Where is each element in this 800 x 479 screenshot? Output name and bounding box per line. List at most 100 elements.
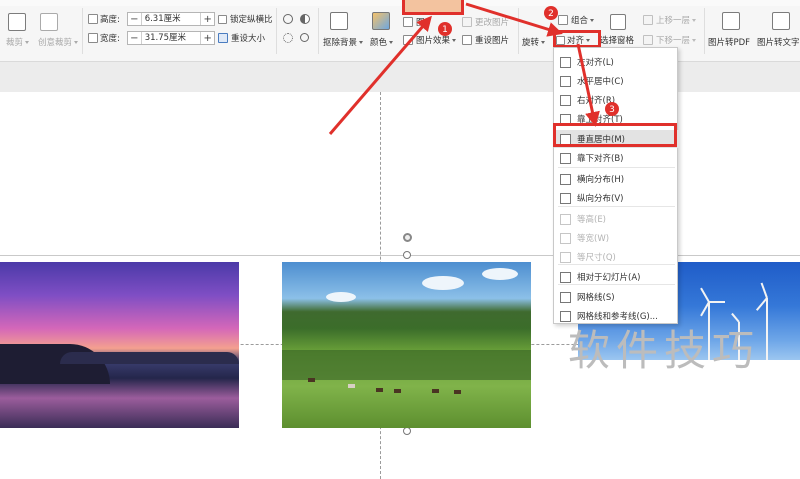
reset-picture-button[interactable]: 重设图片 bbox=[462, 34, 509, 46]
lock-ratio-checkbox[interactable]: 锁定纵横比 bbox=[218, 13, 273, 25]
meadow-photo[interactable] bbox=[282, 262, 531, 428]
turbine-blade bbox=[709, 301, 725, 303]
creative-crop-label-button[interactable]: 创意裁剪 bbox=[38, 36, 79, 48]
align-option-icon bbox=[560, 95, 571, 106]
photo-cow bbox=[454, 390, 461, 394]
menu-divider bbox=[558, 264, 675, 265]
selection-pane-label-button[interactable]: 选择窗格 bbox=[600, 34, 634, 46]
ribbon-separator bbox=[704, 8, 705, 54]
align-dropdown-menu: 左对齐(L) 水平居中(C) 右对齐(R) 靠上对齐(T) 垂直居中(M) 靠下对齐(B)… bbox=[553, 47, 679, 325]
picture-effects-button[interactable]: 图片效果 bbox=[403, 34, 457, 46]
contrast-up-button[interactable] bbox=[283, 14, 293, 24]
color-palette-icon bbox=[372, 12, 390, 30]
crop-label: 裁剪 bbox=[6, 38, 24, 48]
resize-handle-bottom[interactable] bbox=[403, 427, 411, 435]
width-icon bbox=[88, 33, 98, 43]
group-button[interactable]: 组合 bbox=[558, 14, 595, 26]
creative-crop-button[interactable] bbox=[40, 13, 58, 31]
align-option-icon bbox=[560, 233, 571, 244]
align-menu-item[interactable]: 靠下对齐(B) bbox=[554, 149, 679, 167]
align-option-icon bbox=[560, 292, 571, 303]
rotate-label: 旋转 bbox=[522, 38, 540, 48]
rotate-handle[interactable] bbox=[403, 233, 412, 242]
lock-ratio-label: 锁定纵横比 bbox=[230, 15, 273, 25]
photo-hill-shape bbox=[60, 352, 239, 364]
brightness-up-button[interactable] bbox=[283, 33, 293, 43]
watermark-text: 软件技巧 bbox=[568, 326, 761, 375]
contrast-down-button[interactable] bbox=[300, 14, 310, 24]
creative-crop-label: 创意裁剪 bbox=[38, 38, 73, 48]
pic-to-text-button[interactable] bbox=[772, 12, 790, 30]
photo-cloud bbox=[422, 276, 464, 290]
align-menu-item[interactable]: 左对齐(L) bbox=[554, 53, 679, 71]
remove-background-label: 抠除背景 bbox=[323, 38, 358, 48]
width-input[interactable]: 31.75厘米 bbox=[140, 32, 202, 44]
increase-width-button[interactable]: + bbox=[201, 32, 214, 44]
align-option-icon bbox=[560, 153, 571, 164]
remove-background-button[interactable] bbox=[330, 12, 348, 30]
increase-height-button[interactable]: + bbox=[201, 13, 214, 25]
align-menu-item[interactable]: 网格线和参考线(G)... bbox=[554, 307, 679, 325]
height-label: 高度: bbox=[100, 15, 120, 25]
remove-background-label-button[interactable]: 抠除背景 bbox=[323, 36, 364, 48]
color-label: 颜色 bbox=[370, 38, 388, 48]
pic-to-pdf-button[interactable] bbox=[722, 12, 740, 30]
change-picture-button[interactable]: 更改图片 bbox=[462, 16, 509, 28]
width-label: 宽度: bbox=[100, 34, 120, 44]
align-option-icon bbox=[560, 272, 571, 283]
height-input[interactable]: 6.31厘米 bbox=[140, 13, 202, 25]
align-option-icon bbox=[560, 311, 571, 322]
crop-label-button[interactable]: 裁剪 bbox=[6, 36, 30, 48]
highlight-box-step1 bbox=[402, 0, 464, 15]
menu-divider bbox=[558, 206, 675, 207]
pic-to-pdf-label: 图片转PDF bbox=[708, 38, 751, 48]
resize-handle-top[interactable] bbox=[403, 251, 411, 259]
align-menu-item[interactable]: 网格线(S) bbox=[554, 288, 679, 306]
picture-outline-button[interactable]: 图 bbox=[403, 16, 425, 28]
align-option-icon bbox=[560, 214, 571, 225]
sunset-lake-photo[interactable] bbox=[0, 262, 239, 428]
bring-forward-button[interactable]: 上移一层 bbox=[643, 14, 697, 26]
align-option-icon bbox=[560, 57, 571, 68]
menu-bar bbox=[0, 0, 800, 6]
height-stepper[interactable]: − 6.31厘米 + bbox=[127, 12, 215, 26]
align-option-icon bbox=[560, 174, 571, 185]
picture-effects-label: 图片效果 bbox=[416, 36, 451, 46]
pic-to-text-label-button[interactable]: 图片转文字 bbox=[757, 36, 800, 48]
align-menu-item[interactable]: 横向分布(H) bbox=[554, 170, 679, 188]
reset-picture-label: 重设图片 bbox=[475, 36, 510, 46]
width-stepper[interactable]: − 31.75厘米 + bbox=[127, 31, 215, 45]
color-label-button[interactable]: 颜色 bbox=[370, 36, 394, 48]
group-label: 组合 bbox=[571, 16, 589, 26]
creative-crop-icon bbox=[40, 13, 58, 31]
text-recognition-icon bbox=[772, 12, 790, 30]
crop-button[interactable] bbox=[8, 13, 26, 31]
align-menu-item[interactable]: 右对齐(R) bbox=[554, 91, 679, 109]
effects-icon bbox=[403, 35, 413, 45]
ribbon-separator bbox=[318, 8, 319, 54]
selection-pane-button[interactable] bbox=[610, 14, 626, 30]
align-menu-item-label: 等宽(W) bbox=[577, 234, 610, 244]
brightness-down-button[interactable] bbox=[300, 33, 309, 42]
align-menu-item[interactable]: 纵向分布(V) bbox=[554, 189, 679, 207]
reset-size-label: 重设大小 bbox=[231, 34, 266, 44]
align-menu-item-label: 水平居中(C) bbox=[577, 77, 624, 87]
pic-to-pdf-label-button[interactable]: 图片转PDF bbox=[708, 36, 750, 48]
rotate-button[interactable]: 旋转 bbox=[522, 36, 546, 48]
align-menu-item[interactable]: 水平居中(C) bbox=[554, 72, 679, 90]
reset-size-button[interactable]: 重设大小 bbox=[218, 32, 265, 44]
menu-divider bbox=[558, 167, 675, 168]
align-option-icon bbox=[560, 193, 571, 204]
send-backward-icon bbox=[643, 35, 653, 45]
decrease-width-button[interactable]: − bbox=[128, 32, 141, 44]
align-menu-item-label: 靠下对齐(B) bbox=[577, 154, 624, 164]
group-icon bbox=[558, 15, 568, 25]
highlight-box-step2 bbox=[553, 30, 601, 48]
decrease-height-button[interactable]: − bbox=[128, 13, 141, 25]
outline-truncated-label: 图 bbox=[416, 18, 425, 28]
checkbox-icon bbox=[218, 14, 227, 24]
color-button[interactable] bbox=[372, 12, 390, 30]
align-menu-item-label: 等尺寸(Q) bbox=[577, 253, 616, 263]
send-backward-label: 下移一层 bbox=[656, 36, 691, 46]
send-backward-button[interactable]: 下移一层 bbox=[643, 34, 697, 46]
